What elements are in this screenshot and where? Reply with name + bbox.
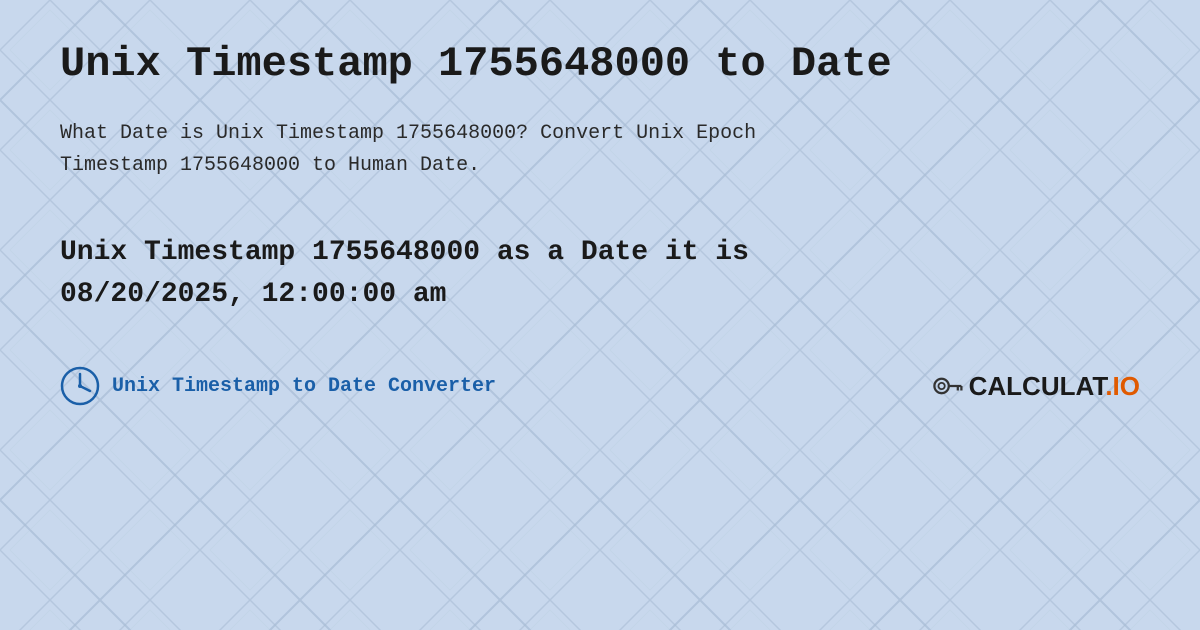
description-line1: What Date is Unix Timestamp 1755648000? … [60, 122, 756, 145]
footer-left[interactable]: Unix Timestamp to Date Converter [60, 366, 496, 406]
description-line2: Timestamp 1755648000 to Human Date. [60, 154, 480, 177]
logo-text: CALCULAT.IO [969, 371, 1140, 402]
logo[interactable]: CALCULAT.IO [929, 368, 1140, 404]
clock-icon [60, 366, 100, 406]
description-text: What Date is Unix Timestamp 1755648000? … [60, 118, 960, 182]
result-line2: 08/20/2025, 12:00:00 am [60, 274, 1140, 316]
footer: Unix Timestamp to Date Converter CALCULA… [60, 366, 1140, 406]
page-title: Unix Timestamp 1755648000 to Date [60, 40, 1140, 88]
footer-link-text[interactable]: Unix Timestamp to Date Converter [112, 375, 496, 398]
logo-icon [929, 368, 965, 404]
result-line1: Unix Timestamp 1755648000 as a Date it i… [60, 232, 1140, 274]
result-section: Unix Timestamp 1755648000 as a Date it i… [60, 232, 1140, 316]
